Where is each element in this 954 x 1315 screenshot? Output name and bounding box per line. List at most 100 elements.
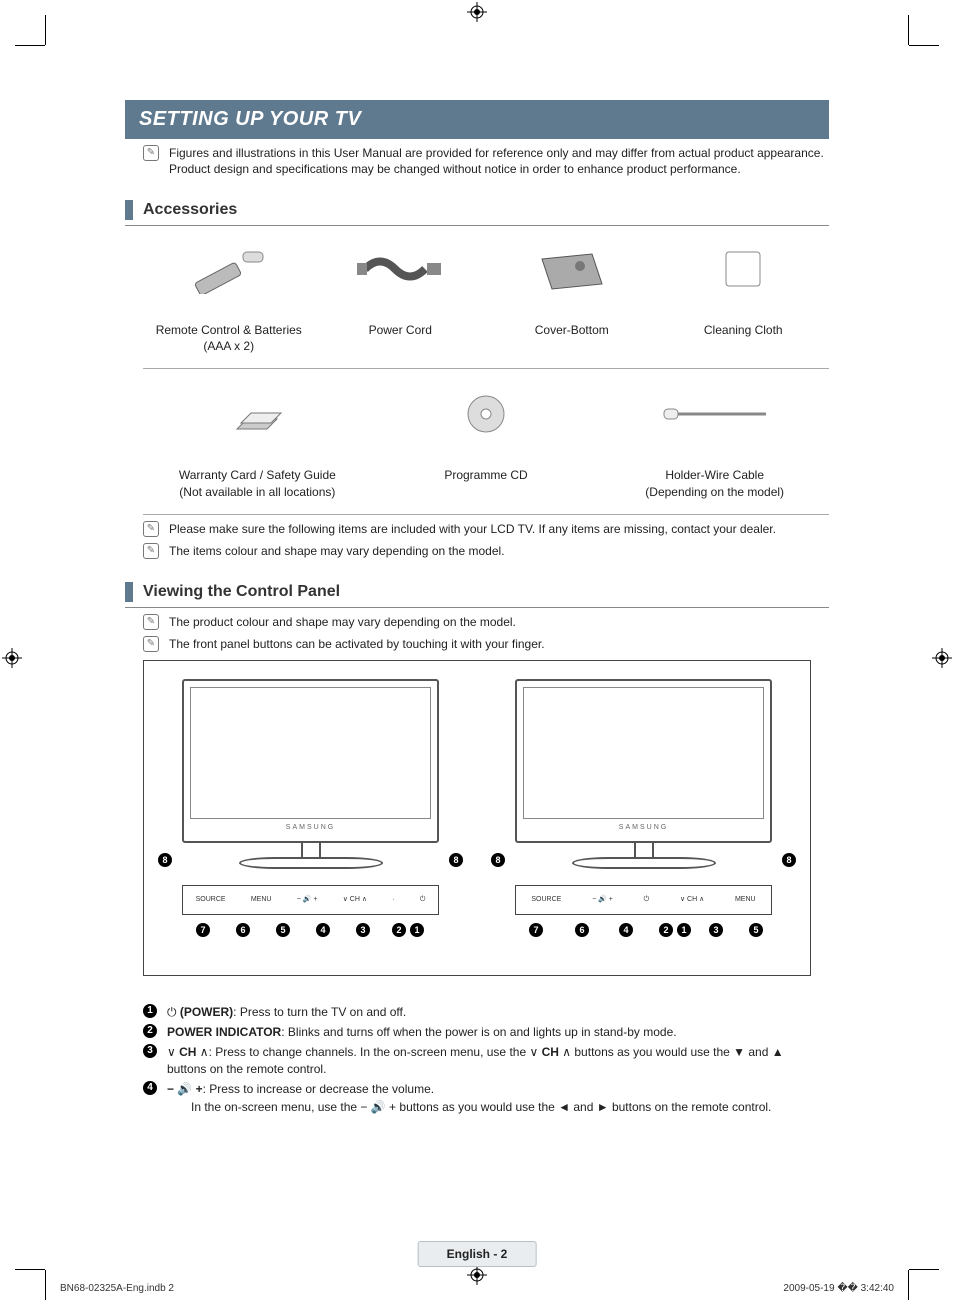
legend-label: (POWER)	[180, 1005, 233, 1019]
legend-item-1: 1 ⏻ (POWER): Press to turn the TV on and…	[143, 1004, 811, 1020]
callout-7: 7	[529, 923, 543, 937]
panel-note: ✎ The product colour and shape may vary …	[143, 614, 829, 630]
control-panel-diagram: SAMSUNG 8 8 SOURCE MENU − 🔊 + ∨ CH ∧ · ⏻…	[143, 660, 811, 976]
legend-item-2: 2 POWER INDICATOR: Blinks and turns off …	[143, 1024, 811, 1040]
callout-7: 7	[196, 923, 210, 937]
accessory-caption: Programme CD	[376, 467, 597, 483]
btn-label: − 🔊 +	[592, 895, 613, 904]
note-icon: ✎	[143, 145, 159, 161]
btn-label: − 🔊 +	[297, 895, 318, 904]
crop-mark	[908, 1270, 909, 1300]
bullet-3: 3	[143, 1044, 157, 1058]
accessory-item: Remote Control & Batteries (AAA x 2)	[143, 230, 315, 362]
tv-screen-icon	[523, 687, 764, 819]
legend-text: : Blinks and turns off when the power is…	[281, 1025, 676, 1039]
btn-label: ·	[392, 895, 394, 904]
accessory-caption: Holder-Wire Cable (Depending on the mode…	[604, 467, 825, 499]
accessory-item: Holder-Wire Cable (Depending on the mode…	[600, 375, 829, 507]
cleaning-cloth-icon	[662, 238, 826, 300]
accessory-item: Power Cord	[315, 230, 487, 362]
accessory-item: Warranty Card / Safety Guide (Not availa…	[143, 375, 372, 507]
accessory-caption: Cleaning Cloth	[662, 322, 826, 338]
note-text: Please make sure the following items are…	[169, 521, 776, 537]
callout-8: 8	[782, 853, 796, 867]
accessory-item: Cover-Bottom	[486, 230, 658, 362]
heading-bar-icon	[125, 200, 133, 220]
tv-diagram-left: SAMSUNG 8 8 SOURCE MENU − 🔊 + ∨ CH ∧ · ⏻…	[154, 675, 467, 925]
page-sheet: SETTING UP YOUR TV ✎ Figures and illustr…	[0, 0, 954, 1315]
callout-5: 5	[749, 923, 763, 937]
cd-icon	[376, 383, 597, 445]
chevron-up-icon: ∧	[196, 1045, 208, 1059]
accessory-item: Cleaning Cloth	[658, 230, 830, 362]
legend-label: POWER INDICATOR	[167, 1025, 281, 1039]
accessory-caption-line2: (Depending on the model)	[645, 485, 784, 499]
page-content: SETTING UP YOUR TV ✎ Figures and illustr…	[125, 100, 829, 1255]
note-icon: ✎	[143, 636, 159, 652]
imprint-right: 2009-05-19 �� 3:42:40	[783, 1282, 894, 1296]
crop-mark	[909, 1269, 939, 1270]
accessory-caption-line2: (Not available in all locations)	[179, 485, 335, 499]
registration-mark-icon	[467, 2, 487, 22]
legend-text: : Press to turn the TV on and off.	[233, 1005, 406, 1019]
accessory-caption-line1: Warranty Card / Safety Guide	[179, 468, 336, 482]
note-icon: ✎	[143, 543, 159, 559]
callout-8: 8	[449, 853, 463, 867]
legend-item-3: 3 ∨ CH ∧: Press to change channels. In t…	[143, 1044, 811, 1076]
accessory-caption: Cover-Bottom	[490, 322, 654, 338]
volume-icon: − 🔊 +	[167, 1082, 203, 1096]
callout-4: 4	[619, 923, 633, 937]
callout-1: 1	[410, 923, 424, 937]
callout-3: 3	[356, 923, 370, 937]
accessories-heading-row: Accessories	[125, 199, 829, 221]
crop-mark	[15, 45, 45, 46]
divider	[125, 225, 829, 226]
callout-1: 1	[677, 923, 691, 937]
intro-note: ✎ Figures and illustrations in this User…	[143, 145, 829, 177]
note-text: The items colour and shape may vary depe…	[169, 543, 505, 559]
accessory-caption-line1: Holder-Wire Cable	[665, 468, 764, 482]
note-text: The product colour and shape may vary de…	[169, 614, 516, 630]
callout-4: 4	[316, 923, 330, 937]
callout-3: 3	[709, 923, 723, 937]
chevron-down-icon: ∨	[167, 1045, 179, 1059]
intro-note-text: Figures and illustrations in this User M…	[169, 145, 829, 177]
warranty-card-icon	[147, 383, 368, 445]
accessory-caption: Warranty Card / Safety Guide (Not availa…	[147, 467, 368, 499]
bullet-4: 4	[143, 1081, 157, 1095]
btn-label: MENU	[735, 895, 756, 904]
btn-label: ∨ CH ∧	[343, 895, 367, 904]
callout-8: 8	[158, 853, 172, 867]
crop-mark	[908, 15, 909, 45]
legend-label: CH	[179, 1045, 196, 1059]
btn-label: ⏻	[644, 895, 650, 904]
callout-2: 2	[392, 923, 406, 937]
btn-label: MENU	[251, 895, 272, 904]
legend-list: 1 ⏻ (POWER): Press to turn the TV on and…	[143, 1004, 811, 1115]
page-number-badge: English - 2	[418, 1241, 537, 1267]
button-bar: SOURCE − 🔊 + ⏻ ∨ CH ∧ MENU	[515, 885, 772, 915]
tv-brand-label: SAMSUNG	[487, 823, 800, 832]
callout-6: 6	[236, 923, 250, 937]
imprint-left: BN68-02325A-Eng.indb 2	[60, 1282, 174, 1296]
btn-label: SOURCE	[196, 895, 226, 904]
btn-label: SOURCE	[531, 895, 561, 904]
panel-note: ✎ The front panel buttons can be activat…	[143, 636, 829, 652]
divider	[125, 607, 829, 608]
callout-2: 2	[659, 923, 673, 937]
bullet-1: 1	[143, 1004, 157, 1018]
legend-text: : Press to change channels. In the on-sc…	[209, 1045, 530, 1059]
remote-icon	[147, 238, 311, 300]
cover-bottom-icon	[490, 238, 654, 300]
legend-text: : Press to increase or decrease the volu…	[203, 1082, 434, 1096]
accessories-grid: Remote Control & Batteries (AAA x 2) Pow…	[143, 230, 829, 515]
crop-mark	[15, 1269, 45, 1270]
tv-diagram-right: SAMSUNG 8 8 SOURCE − 🔊 + ⏻ ∨ CH ∧ MENU 7…	[487, 675, 800, 925]
crop-mark	[45, 15, 46, 45]
callout-6: 6	[575, 923, 589, 937]
control-panel-heading-row: Viewing the Control Panel	[125, 581, 829, 603]
tv-brand-label: SAMSUNG	[154, 823, 467, 832]
ch-icon: ∨ CH ∧	[529, 1045, 571, 1059]
tv-screen-icon	[190, 687, 431, 819]
callout-8: 8	[491, 853, 505, 867]
